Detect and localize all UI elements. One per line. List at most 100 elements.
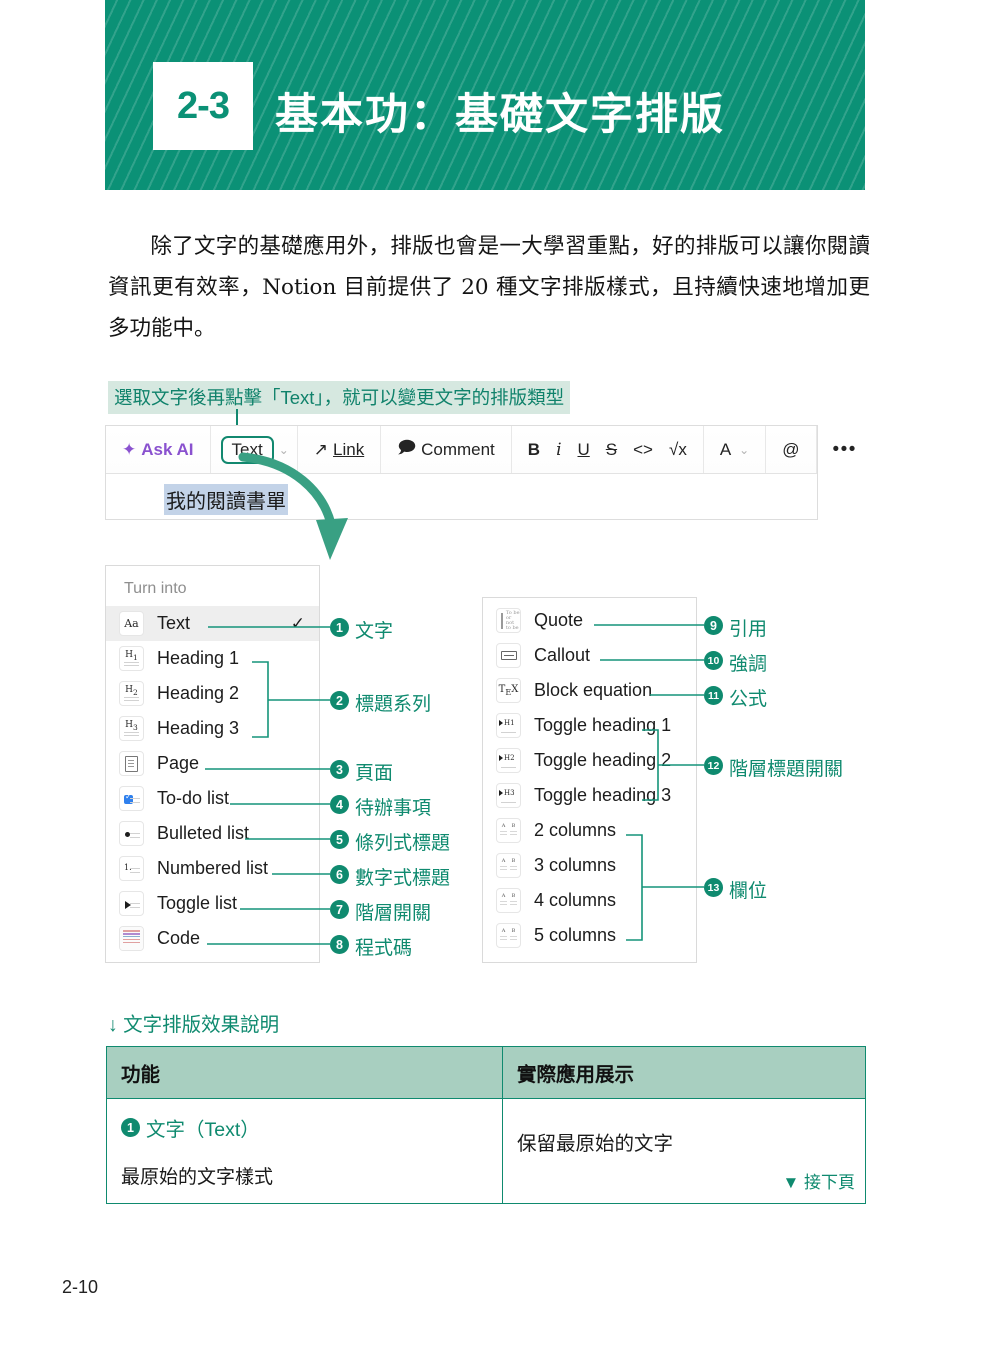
- text-color-button[interactable]: A ⌄: [712, 440, 757, 460]
- toggle-list-icon: [119, 891, 144, 916]
- heading-2-icon: H2: [119, 681, 144, 706]
- table-row: 1 文字（Text） 最原始的文字樣式 保留最原始的文字 ▼ 接下頁: [106, 1098, 866, 1204]
- screenshot-caption: 選取文字後再點擊「Text」，就可以變更文字的排版類型: [108, 381, 571, 414]
- annotation-label-10: 強調: [729, 654, 768, 675]
- todo-list-icon: [119, 786, 144, 811]
- feature-subtitle: 最原始的文字樣式: [121, 1167, 274, 1188]
- turn-into-menu-list-continued: To be or not to be Quote Callout TEX Block…: [483, 603, 696, 953]
- text-dropdown-label: Text: [220, 435, 274, 464]
- menu-item-heading-3[interactable]: H3 Heading 3: [106, 711, 319, 746]
- heading-1-icon: H1: [119, 646, 144, 671]
- menu-item-block-equation-label: Block equation: [534, 680, 653, 700]
- menu-item-todo-list[interactable]: To-do list: [106, 781, 319, 816]
- badge-9: 9: [704, 616, 723, 635]
- more-options-icon[interactable]: •••: [825, 440, 865, 459]
- inline-code-icon[interactable]: <>: [625, 440, 661, 460]
- turn-into-menu-list: Aa Text ✓ H1 Heading 1 H2 Heading 2 H3 H…: [106, 606, 319, 956]
- columns-4-icon: AB: [496, 888, 521, 913]
- selected-text[interactable]: 我的閱讀書單: [164, 484, 288, 515]
- menu-item-toggle-heading-3-label: Toggle heading 3: [534, 785, 672, 805]
- menu-item-heading-2-label: Heading 2: [157, 683, 240, 703]
- badge-6: 6: [330, 865, 349, 884]
- menu-item-5-columns-label: 5 columns: [534, 925, 617, 945]
- toggle-heading-2-icon: H2: [496, 748, 521, 773]
- ask-ai-button[interactable]: ✦ Ask AI: [114, 440, 202, 460]
- aa-icon: Aa: [119, 611, 144, 636]
- underline-button[interactable]: U: [570, 440, 598, 460]
- badge-4: 4: [330, 795, 349, 814]
- comment-button[interactable]: 🗩 Comment: [389, 435, 503, 464]
- checkmark-icon: ✓: [290, 614, 305, 633]
- badge-10: 10: [704, 651, 723, 670]
- annotation-label-2: 標題系列: [355, 694, 432, 715]
- menu-item-3-columns-label: 3 columns: [534, 855, 617, 875]
- code-icon: [119, 926, 144, 951]
- toolbar-group-ai: ✦ Ask AI: [106, 426, 211, 473]
- equation-icon[interactable]: √x: [661, 440, 695, 460]
- feature-title-row: 1 文字（Text）: [121, 1113, 488, 1142]
- menu-item-toggle-heading-3[interactable]: H3 Toggle heading 3: [483, 778, 696, 813]
- badge-5: 5: [330, 830, 349, 849]
- bold-button[interactable]: B: [520, 440, 548, 460]
- page-number: 2-10: [62, 1277, 99, 1297]
- toolbar-group-color: A ⌄: [704, 426, 767, 473]
- menu-item-quote[interactable]: To be or not to be Quote: [483, 603, 696, 638]
- menu-item-toggle-heading-1[interactable]: H1 Toggle heading 1: [483, 708, 696, 743]
- annotation-label-11: 公式: [729, 689, 768, 710]
- menu-item-toggle-list-label: Toggle list: [157, 893, 238, 913]
- chapter-number-box: 2-3: [153, 62, 253, 150]
- annotation-label-13: 欄位: [729, 881, 768, 902]
- menu-item-heading-1[interactable]: H1 Heading 1: [106, 641, 319, 676]
- badge-1-table: 1: [121, 1118, 140, 1137]
- toolbar-group-comment: 🗩 Comment: [381, 426, 512, 473]
- link-button[interactable]: ↗ Link: [306, 440, 372, 460]
- strikethrough-button[interactable]: S: [598, 440, 625, 460]
- badge-3: 3: [330, 760, 349, 779]
- table-cell-feature: 1 文字（Text） 最原始的文字樣式: [106, 1098, 503, 1204]
- continued-next-page: ▼ 接下頁: [782, 1173, 855, 1192]
- bulleted-list-icon: [119, 821, 144, 846]
- toolbar-group-link: ↗ Link: [298, 426, 382, 473]
- badge-8: 8: [330, 935, 349, 954]
- comment-bubble-icon: 🗩: [397, 438, 417, 457]
- menu-item-code-label: Code: [157, 928, 201, 948]
- toggle-heading-3-icon: H3: [496, 783, 521, 808]
- italic-button[interactable]: i: [548, 440, 569, 460]
- annotation-label-5: 條列式標題: [355, 833, 451, 854]
- menu-item-text[interactable]: Aa Text ✓: [106, 606, 319, 641]
- menu-item-toggle-list[interactable]: Toggle list: [106, 886, 319, 921]
- ask-ai-label: Ask AI: [141, 439, 194, 459]
- menu-item-quote-label: Quote: [534, 610, 584, 630]
- formatting-toolbar: ✦ Ask AI Text ⌄ ↗ Link 🗩 Comment B i U S…: [106, 426, 855, 474]
- callout-icon: [496, 643, 521, 668]
- menu-item-4-columns[interactable]: AB 4 columns: [483, 883, 696, 918]
- annotation-label-9: 引用: [729, 619, 768, 640]
- mention-button[interactable]: @: [774, 440, 807, 460]
- menu-item-code[interactable]: Code: [106, 921, 319, 956]
- badge-2: 2: [330, 691, 349, 710]
- table-header-feature: 功能: [106, 1046, 503, 1099]
- menu-item-block-equation[interactable]: TEX Block equation: [483, 673, 696, 708]
- badge-13: 13: [704, 878, 723, 897]
- menu-item-3-columns[interactable]: AB 3 columns: [483, 848, 696, 883]
- turn-into-menu-panel: Turn into Aa Text ✓ H1 Heading 1 H2 Head…: [105, 565, 320, 963]
- color-a-icon: A: [719, 439, 732, 459]
- turn-into-label: Turn into: [124, 580, 187, 597]
- badge-12: 12: [704, 756, 723, 775]
- menu-item-bulleted-list[interactable]: Bulleted list: [106, 816, 319, 851]
- menu-item-callout[interactable]: Callout: [483, 638, 696, 673]
- text-type-dropdown[interactable]: Text ⌄: [219, 435, 289, 464]
- link-label: Link: [333, 439, 365, 459]
- menu-item-5-columns[interactable]: AB 5 columns: [483, 918, 696, 953]
- annotation-label-8: 程式碼: [355, 938, 413, 959]
- menu-item-2-columns[interactable]: AB 2 columns: [483, 813, 696, 848]
- page-icon: [119, 751, 144, 776]
- menu-item-heading-2[interactable]: H2 Heading 2: [106, 676, 319, 711]
- chapter-banner: 2-3 基本功：基礎文字排版: [105, 0, 865, 190]
- menu-item-bulleted-list-label: Bulleted list: [157, 823, 250, 843]
- menu-item-toggle-heading-2[interactable]: H2 Toggle heading 2: [483, 743, 696, 778]
- menu-item-numbered-list[interactable]: 1. Numbered list: [106, 851, 319, 886]
- menu-item-todo-list-label: To-do list: [157, 788, 230, 808]
- menu-item-page[interactable]: Page: [106, 746, 319, 781]
- arrow-up-right-icon: ↗: [313, 439, 329, 459]
